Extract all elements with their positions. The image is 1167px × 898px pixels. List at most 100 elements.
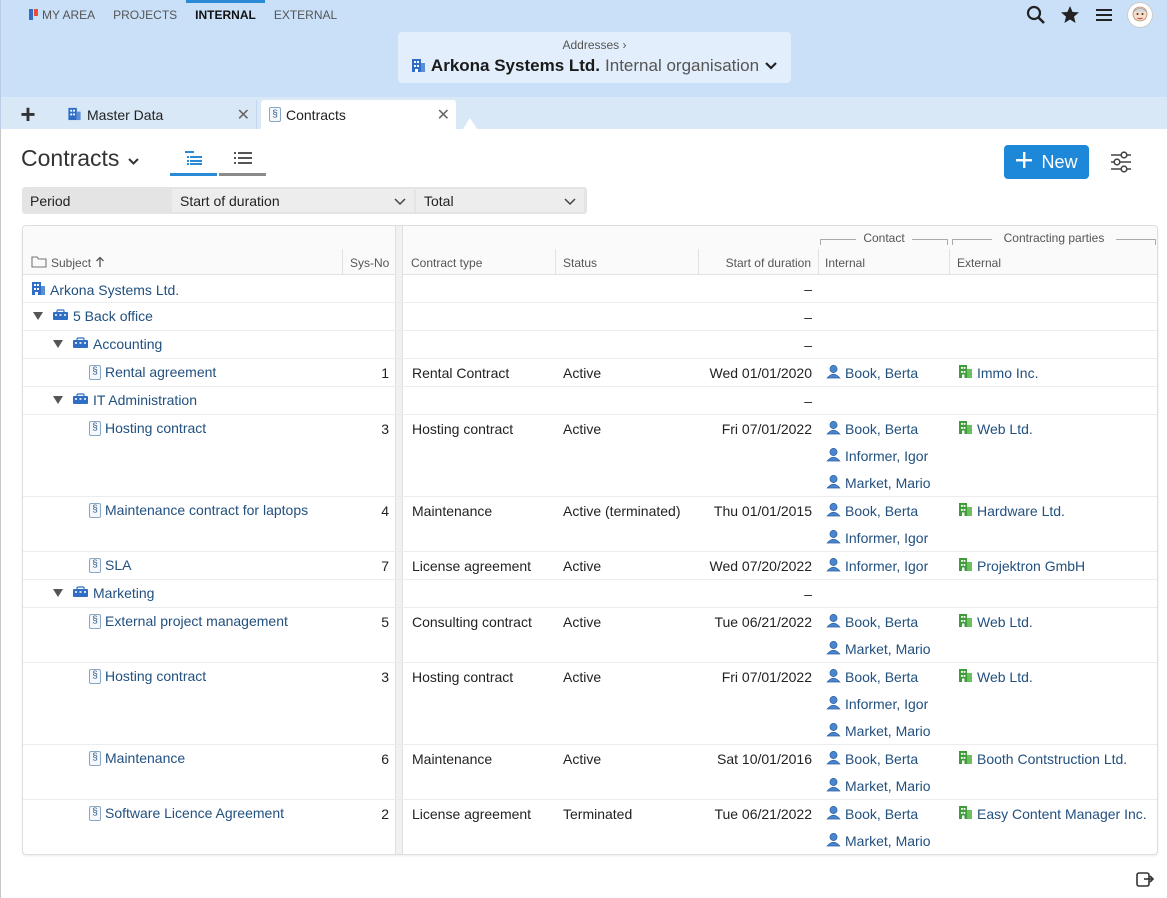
org-name: Arkona Systems Ltd. (430, 56, 601, 75)
group-row[interactable]: Accounting – (23, 331, 1157, 359)
user-avatar[interactable] (1127, 2, 1153, 28)
subject-link[interactable]: Maintenance contract for laptops (105, 502, 308, 518)
close-icon[interactable]: ✕ (237, 105, 250, 125)
internal-contact-name: Market, Mario (845, 474, 931, 491)
external-party-link[interactable]: Web Ltd. (958, 420, 1033, 438)
column-header-sysno[interactable]: Sys-No (350, 256, 389, 270)
subject-link[interactable]: Arkona Systems Ltd. (50, 282, 179, 298)
subject-link[interactable]: Rental agreement (105, 364, 216, 380)
table-row[interactable]: § Maintenance 6 Maintenance Active Sat 10/01/… (23, 745, 1157, 800)
table-row[interactable]: § Hosting contract 3 Hosting contract Active… (23, 415, 1157, 497)
subject-link[interactable]: Software Licence Agreement (105, 805, 284, 821)
table-row[interactable]: § Maintenance contract for laptops 4 Mainte… (23, 497, 1157, 552)
period-select[interactable]: Start of duration (172, 189, 414, 212)
external-party-link[interactable]: Projektron GmbH (958, 557, 1085, 575)
internal-contact-link[interactable]: Book, Berta (826, 364, 918, 381)
subject-link[interactable]: Marketing (93, 585, 154, 601)
subject-link[interactable]: Hosting contract (105, 668, 206, 684)
column-header-contract-type[interactable]: Contract type (411, 256, 482, 270)
internal-contact-link[interactable]: Book, Berta (826, 420, 931, 437)
subject-link[interactable]: IT Administration (93, 392, 197, 408)
nav-projects[interactable]: PROJECTS (104, 0, 186, 30)
expand-toggle-icon[interactable] (33, 312, 43, 320)
cell-status: Terminated (563, 806, 633, 822)
cell-start: Fri 07/01/2022 (721, 669, 812, 685)
menu-icon[interactable] (1093, 4, 1115, 26)
table-row[interactable]: § Hosting contract 3 Hosting contract Active… (23, 663, 1157, 745)
new-button[interactable]: New (1004, 145, 1089, 179)
cell-internal: Informer, Igor (826, 557, 928, 574)
group-row[interactable]: IT Administration – (23, 387, 1157, 415)
group-row[interactable]: Arkona Systems Ltd. – (23, 275, 1157, 303)
tab-master-data[interactable]: Master Data ✕ (59, 100, 257, 129)
department-icon (72, 336, 89, 352)
internal-contact-link[interactable]: Market, Mario (826, 474, 931, 491)
subject-link[interactable]: SLA (105, 557, 131, 573)
group-row[interactable]: 5 Back office – (23, 303, 1157, 331)
subject-link[interactable]: Hosting contract (105, 420, 206, 436)
person-icon (826, 502, 841, 520)
table-row[interactable]: § External project management 5 Consulting … (23, 608, 1157, 663)
address-selector[interactable]: Addresses › Arkona Systems Ltd. Internal… (398, 32, 791, 83)
nav-external[interactable]: EXTERNAL (265, 0, 346, 30)
external-party-link[interactable]: Immo Inc. (958, 364, 1038, 382)
external-party-link[interactable]: Booth Contstruction Ltd. (958, 750, 1127, 768)
column-header-internal[interactable]: Internal (825, 256, 865, 270)
cell-internal: Book, Berta (826, 364, 918, 381)
internal-contact-link[interactable]: Book, Berta (826, 613, 931, 630)
list-view-tab[interactable] (219, 146, 266, 176)
nav-my-area[interactable]: MY AREA (20, 0, 104, 30)
external-party-link[interactable]: Easy Content Manager Inc. (958, 805, 1147, 823)
breadcrumb[interactable]: Addresses › (398, 32, 791, 52)
add-tab-button[interactable]: + (15, 99, 41, 129)
tree-view-tab[interactable] (170, 146, 217, 176)
cell-internal: Book, Berta Market, Mario (826, 613, 931, 657)
internal-contact-link[interactable]: Market, Mario (826, 640, 931, 657)
internal-contact-link[interactable]: Book, Berta (826, 750, 931, 767)
internal-contact-link[interactable]: Informer, Igor (826, 447, 931, 464)
expand-toggle-icon[interactable] (53, 396, 63, 404)
column-header-status[interactable]: Status (563, 256, 597, 270)
page-title[interactable]: Contracts (21, 145, 140, 172)
column-header-start[interactable]: Start of duration (709, 256, 811, 270)
internal-contact-link[interactable]: Book, Berta (826, 502, 928, 519)
cell-subject: § Maintenance (89, 750, 185, 766)
close-icon[interactable]: ✕ (437, 105, 450, 125)
internal-contact-link[interactable]: Market, Mario (826, 777, 931, 794)
external-party-link[interactable]: Web Ltd. (958, 668, 1033, 686)
table-row[interactable]: § Software Licence Agreement 2 License agre… (23, 800, 1157, 854)
person-icon (826, 832, 841, 850)
star-icon[interactable] (1059, 4, 1081, 26)
nav-internal[interactable]: INTERNAL (186, 0, 265, 30)
filter-bar: Period Start of duration Total (22, 187, 587, 214)
internal-contact-link[interactable]: Book, Berta (826, 805, 931, 822)
internal-contact-link[interactable]: Informer, Igor (826, 695, 931, 712)
external-party-link[interactable]: Hardware Ltd. (958, 502, 1065, 520)
subject-link[interactable]: 5 Back office (73, 308, 153, 324)
paragraph-icon: § (89, 557, 101, 573)
internal-contact-link[interactable]: Market, Mario (826, 722, 931, 739)
group-row[interactable]: Marketing – (23, 580, 1157, 608)
internal-contact-link[interactable]: Market, Mario (826, 832, 931, 849)
column-header-external[interactable]: External (957, 256, 1001, 270)
chevron-down-icon[interactable] (764, 58, 778, 74)
subject-link[interactable]: Maintenance (105, 750, 185, 766)
subject-link[interactable]: External project management (105, 613, 288, 629)
internal-contact-link[interactable]: Book, Berta (826, 668, 931, 685)
subject-link[interactable]: Accounting (93, 336, 162, 352)
chevron-down-icon[interactable] (127, 145, 140, 172)
table-row[interactable]: § Rental agreement 1 Rental Contract Active W… (23, 359, 1157, 387)
internal-contact-link[interactable]: Informer, Igor (826, 529, 928, 546)
column-header-subject[interactable]: Subject (31, 255, 105, 271)
search-icon[interactable] (1025, 4, 1047, 26)
export-icon[interactable] (1135, 869, 1155, 889)
expand-toggle-icon[interactable] (53, 589, 63, 597)
expand-toggle-icon[interactable] (53, 340, 63, 348)
sliders-icon[interactable] (1108, 150, 1134, 174)
internal-contact-link[interactable]: Informer, Igor (826, 557, 928, 574)
tab-contracts[interactable]: § Contracts ✕ (261, 100, 456, 129)
table-row[interactable]: § SLA 7 License agreement Active Wed 07/20/20… (23, 552, 1157, 580)
external-party-link[interactable]: Web Ltd. (958, 613, 1033, 631)
internal-contact-name: Market, Mario (845, 832, 931, 849)
range-select[interactable]: Total (416, 189, 584, 212)
